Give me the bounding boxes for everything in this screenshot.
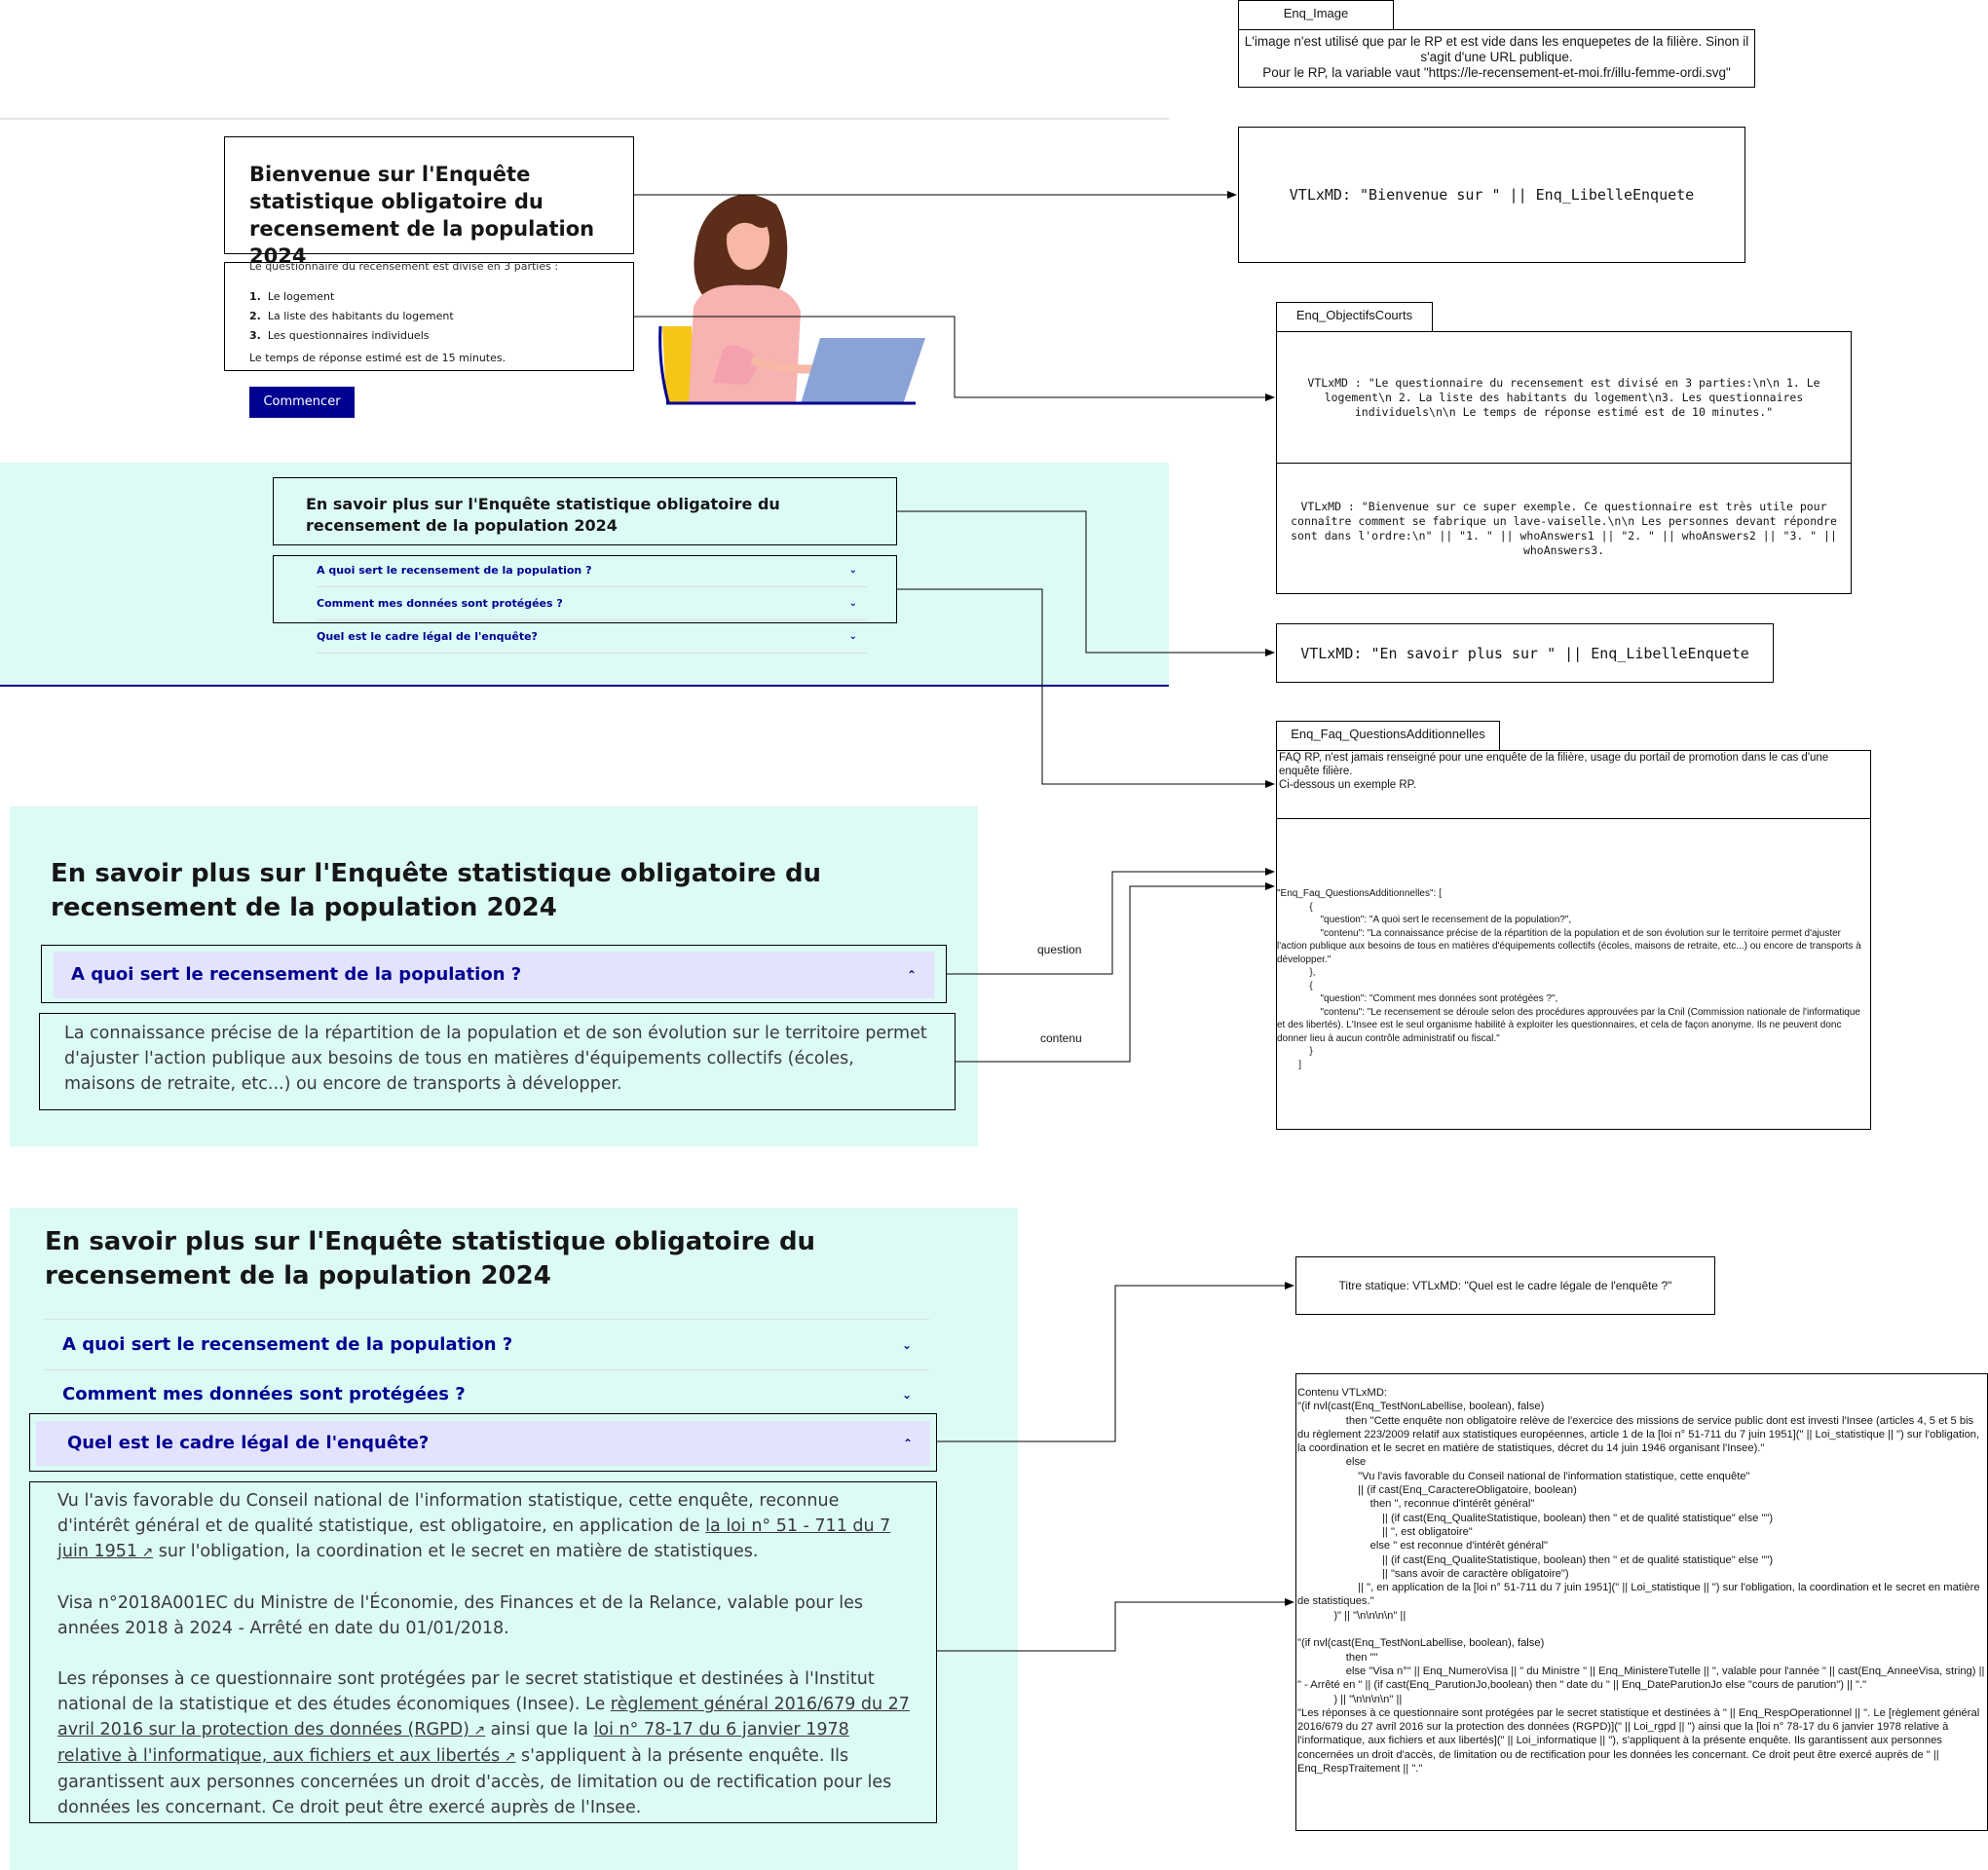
arrow-objectifs xyxy=(634,316,1275,401)
arrow-question xyxy=(947,868,1275,975)
connector-arrows xyxy=(634,191,1294,1652)
arrow-contenu-vtl xyxy=(937,1598,1294,1652)
arrow-faq-title xyxy=(897,510,1275,656)
arrow-titre-statique xyxy=(937,1282,1294,1442)
